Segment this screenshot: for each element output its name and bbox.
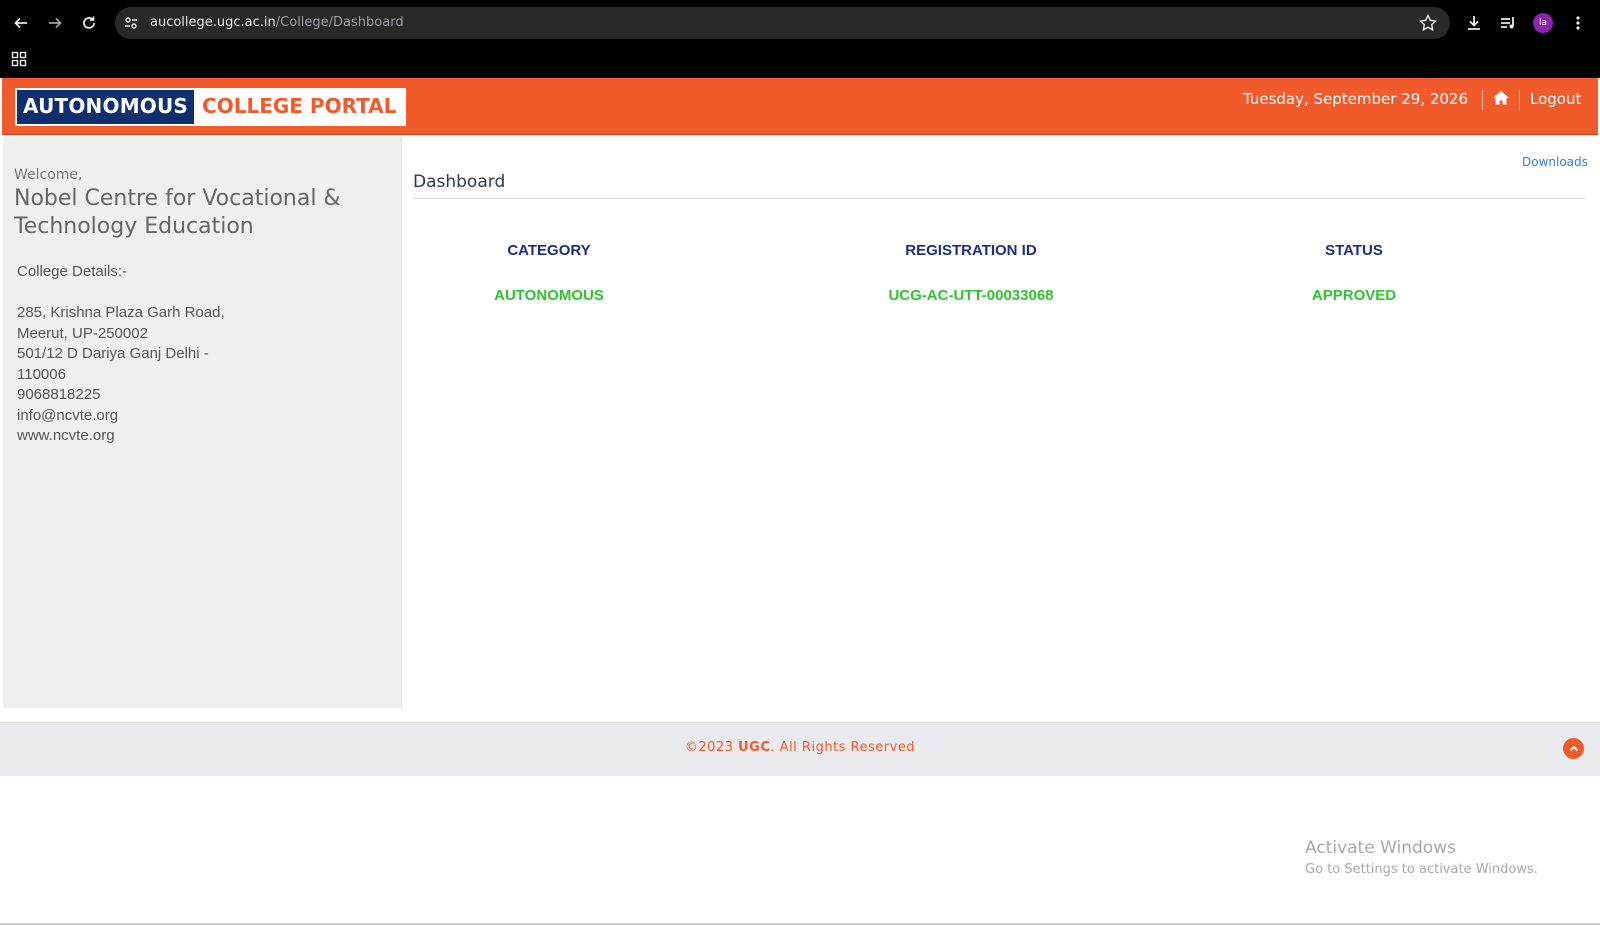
browser-toolbar: aucollege.ugc.ac.in/College/Dashboard la [0, 0, 1600, 78]
current-date: Tuesday, September 29, 2026 [1242, 90, 1468, 108]
copyright-text: ©2023 UGC. All Rights Reserved [684, 740, 916, 755]
portal-logo[interactable]: AUTONOMOUS COLLEGE PORTAL [15, 88, 407, 126]
category-value: AUTONOMOUS [494, 287, 604, 304]
back-icon[interactable] [10, 12, 32, 34]
address-bar[interactable]: aucollege.ugc.ac.in/College/Dashboard [115, 7, 1450, 39]
address-line: 501/12 D Dariya Ganj Delhi - [17, 345, 209, 362]
address-line: Meerut, UP-250002 [17, 324, 148, 342]
url-text[interactable]: aucollege.ugc.ac.in/College/Dashboard [150, 15, 404, 30]
logo-part-college-portal: COLLEGE PORTAL [194, 90, 405, 124]
header-divider [1482, 90, 1483, 110]
site-settings-icon[interactable] [123, 15, 139, 31]
phone-number: 9068818225 [17, 386, 101, 403]
college-name: Nobel Centre for Vocational & Technology… [14, 186, 341, 239]
college-details-label: College Details:- [17, 263, 128, 280]
table-header-status: STATUS [1325, 242, 1383, 259]
header-divider [1519, 90, 1520, 110]
address-line: 285, Krishna Plaza Garh Road, [17, 304, 225, 321]
chevron-up-icon [1569, 745, 1578, 751]
page-footer: ©2023 UGC. All Rights Reserved [0, 722, 1600, 776]
more-menu-icon[interactable] [1567, 12, 1589, 34]
table-header-category: CATEGORY [507, 242, 591, 259]
reload-icon[interactable] [78, 12, 100, 34]
portal-header: AUTONOMOUS COLLEGE PORTAL Tuesday, Septe… [2, 78, 1598, 135]
logout-link[interactable]: Logout [1530, 90, 1581, 108]
website-address: www.ncvte.org [17, 427, 115, 444]
registration-id-value: UCG-AC-UTT-00033068 [888, 287, 1054, 304]
logo-part-autonomous: AUTONOMOUS [17, 90, 195, 124]
address-line: 110006 [17, 365, 66, 383]
downloads-link[interactable]: Downloads [1522, 155, 1588, 169]
download-icon[interactable] [1463, 12, 1485, 34]
page-title: Dashboard [413, 172, 506, 192]
sidebar: Welcome, Nobel Centre for Vocational & T… [3, 137, 402, 708]
bookmark-star-icon[interactable] [1418, 13, 1438, 33]
forward-icon[interactable] [44, 12, 66, 34]
home-icon[interactable] [1491, 88, 1511, 108]
profile-avatar[interactable]: la [1533, 13, 1553, 33]
status-value: APPROVED [1311, 287, 1397, 304]
college-details: 285, Krishna Plaza Garh Road, Meerut, UP… [17, 303, 225, 447]
title-divider [413, 198, 1585, 199]
activate-windows-subtitle: Go to Settings to activate Windows. [1305, 862, 1538, 877]
apps-grid-icon[interactable] [11, 51, 27, 67]
email-address: info@ncvte.org [17, 406, 119, 424]
welcome-text: Welcome, [14, 167, 83, 183]
table-header-registration-id: REGISTRATION ID [905, 242, 1037, 259]
media-queue-icon[interactable] [1497, 12, 1519, 34]
activate-windows-title: Activate Windows [1305, 838, 1456, 858]
scroll-to-top-button[interactable] [1563, 738, 1584, 759]
